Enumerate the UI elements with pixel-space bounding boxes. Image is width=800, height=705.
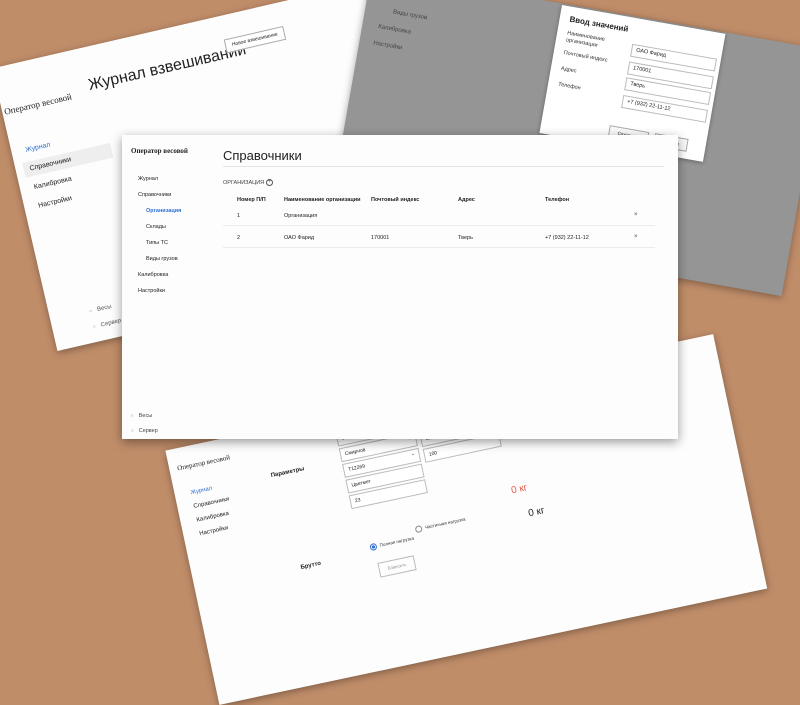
sidebar-item-journal[interactable]: Журнал	[138, 175, 218, 191]
radio-dot-icon	[369, 542, 378, 552]
title-divider	[223, 166, 664, 167]
status-scales: Весы	[131, 413, 152, 419]
column-header-address: Адрес	[720, 1, 739, 11]
weight-black: 0 кг	[527, 505, 546, 520]
section-label: ОРГАНИЗАЦИЯ	[223, 180, 265, 186]
delete-row-icon[interactable]: ×	[634, 212, 638, 218]
weigh-button[interactable]: Взвесить	[377, 555, 417, 578]
references-window: Оператор весовой Журнал Справочники Орга…	[122, 135, 678, 439]
new-weighing-button[interactable]: Новое взвешивание	[223, 26, 287, 54]
radio-partial-load[interactable]: Частичная нагрузка	[414, 516, 467, 534]
sidebar-item-calibration[interactable]: Калибровка	[196, 510, 233, 524]
table-cell[interactable]: Тверь	[458, 235, 473, 241]
app-brand: Оператор весовой	[3, 91, 73, 117]
dialog-title: Ввод значений	[568, 14, 630, 34]
sidebar-item-calibration[interactable]: Калибровка	[138, 271, 218, 287]
sidebar-item-settings[interactable]: Настройки	[199, 524, 236, 537]
table-cell: 1	[237, 213, 241, 219]
sidebar: Журнал Справочники Организация Склады Ти…	[138, 175, 218, 303]
sidebar: Журнал Справочники Калибровка Настройки	[18, 124, 123, 218]
sidebar-item-cargo-types[interactable]: Виды грузов	[138, 255, 218, 271]
page-title: Журнал взвешиваний	[86, 41, 248, 95]
page-title: Справочники	[223, 148, 302, 163]
field-label-phone: Телефон	[557, 81, 582, 92]
table-cell[interactable]: 170001	[371, 235, 389, 241]
sidebar-item-vehicle-types[interactable]: Типы ТС	[138, 239, 218, 255]
column-header-org-name: Наименование организации	[284, 197, 361, 203]
row-divider	[223, 225, 655, 226]
sidebar-item-settings[interactable]: Настройки	[373, 40, 403, 51]
sidebar-item-calibration[interactable]: Калибровка	[378, 24, 412, 36]
field-label-zip: Почтовый индекс	[563, 50, 608, 64]
column-header-number: Номер П/П	[237, 197, 266, 203]
table-cell[interactable]: ОАО Фарид	[284, 235, 314, 241]
table-cell[interactable]: +7 (932) 22-11-12	[545, 235, 589, 241]
sidebar-item-references[interactable]: Справочники	[193, 496, 230, 509]
sidebar-item-cargo-types[interactable]: Виды грузов	[392, 9, 427, 21]
weight-red: 0 кг	[510, 482, 529, 497]
sidebar-item-warehouses[interactable]: Склады	[138, 223, 218, 239]
column-header-address: Адрес	[458, 197, 475, 203]
status-server: Сервер	[131, 428, 158, 434]
radio-dot-icon	[414, 524, 423, 534]
sidebar-item-settings[interactable]: Настройки	[138, 287, 218, 303]
radio-label: Частичная нагрузка	[424, 516, 466, 530]
table-cell: 2	[237, 235, 241, 241]
sidebar-item-organization[interactable]: Организация	[138, 207, 218, 223]
field-label-org: Наименование организации	[565, 30, 606, 49]
brutto-label: Брутто	[300, 560, 322, 571]
field-label-address: Адрес	[560, 65, 577, 75]
radio-full-load[interactable]: Полная нагрузка	[369, 535, 415, 552]
radio-label: Полная нагрузка	[379, 535, 415, 548]
app-brand: Оператор весовой	[131, 147, 188, 155]
sidebar: Журнал Справочники Калибровка Настройки	[190, 483, 237, 545]
status-scales: Весы	[89, 304, 113, 315]
params-label: Параметры	[270, 466, 305, 480]
delete-row-icon[interactable]: ×	[634, 234, 638, 240]
sidebar-item-references[interactable]: Справочники	[138, 191, 218, 207]
status-server: Сервер	[92, 318, 122, 330]
column-header-zip: Почтовый индекс	[371, 197, 420, 203]
app-brand: Оператор весовой	[176, 453, 231, 473]
row-divider	[223, 247, 655, 248]
add-icon[interactable]: +	[266, 179, 273, 186]
table-cell[interactable]: Организация	[284, 213, 317, 219]
sidebar-item-journal[interactable]: Журнал	[190, 483, 227, 496]
column-header-phone: Телефон	[545, 197, 570, 203]
